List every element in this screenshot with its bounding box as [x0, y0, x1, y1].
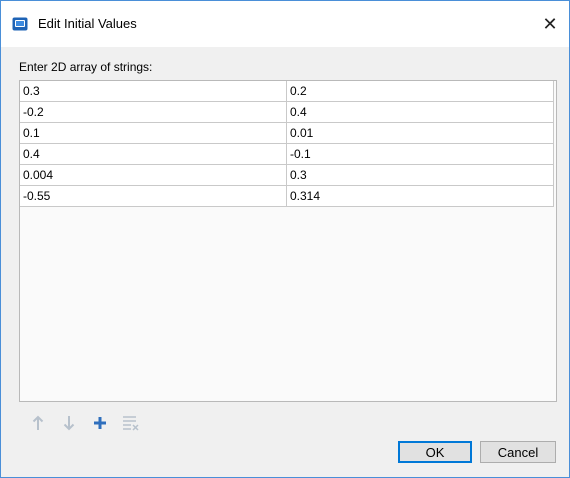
- close-button[interactable]: ✕: [535, 9, 565, 39]
- grid-cell-col1[interactable]: 0.3: [20, 81, 287, 102]
- move-up-button[interactable]: [29, 414, 47, 432]
- grid-cell-col2[interactable]: 0.3: [286, 164, 554, 186]
- app-dialog-icon: [12, 16, 28, 32]
- table-row[interactable]: -0.2 0.4: [20, 101, 554, 123]
- prompt-label: Enter 2D array of strings:: [19, 60, 153, 74]
- dialog-window: Edit Initial Values ✕ Enter 2D array of …: [0, 0, 570, 478]
- add-row-button[interactable]: [91, 414, 109, 432]
- table-row[interactable]: -0.55 0.314: [20, 185, 554, 207]
- clear-rows-button[interactable]: [122, 414, 140, 432]
- grid-cell-col1[interactable]: 0.4: [20, 143, 287, 165]
- window-title: Edit Initial Values: [38, 16, 137, 31]
- table-row[interactable]: 0.004 0.3: [20, 164, 554, 186]
- move-down-button[interactable]: [60, 414, 78, 432]
- table-row[interactable]: 0.3 0.2: [20, 81, 554, 102]
- move-down-icon: [63, 416, 75, 431]
- grid-cell-col2[interactable]: 0.314: [286, 185, 554, 207]
- move-up-icon: [32, 415, 44, 430]
- values-table: 0.3 0.2 -0.2 0.4 0.1 0.01 0.4 -0.1 0.004 0.3 -0.55…: [20, 81, 554, 207]
- title-bar[interactable]: Edit Initial Values ✕: [1, 1, 569, 47]
- grid-cell-col1[interactable]: 0.1: [20, 122, 287, 144]
- ok-button[interactable]: OK: [398, 441, 472, 463]
- close-icon: ✕: [542, 13, 558, 34]
- grid-toolbar: [29, 413, 140, 433]
- grid-cell-col2[interactable]: -0.1: [286, 143, 554, 165]
- grid-cell-col1[interactable]: -0.2: [20, 101, 287, 123]
- grid-cell-col2[interactable]: 0.2: [286, 81, 554, 102]
- clear-rows-icon: [123, 416, 139, 431]
- grid-cell-col2[interactable]: 0.01: [286, 122, 554, 144]
- dialog-buttons: OK Cancel: [398, 441, 556, 463]
- grid-cell-col2[interactable]: 0.4: [286, 101, 554, 123]
- grid-cell-col1[interactable]: -0.55: [20, 185, 287, 207]
- grid-cell-col1[interactable]: 0.004: [20, 164, 287, 186]
- add-row-icon: [94, 417, 106, 429]
- values-grid[interactable]: 0.3 0.2 -0.2 0.4 0.1 0.01 0.4 -0.1 0.004 0.3 -0.55…: [19, 80, 557, 402]
- table-row[interactable]: 0.4 -0.1: [20, 143, 554, 165]
- table-row[interactable]: 0.1 0.01: [20, 122, 554, 144]
- cancel-button[interactable]: Cancel: [480, 441, 556, 463]
